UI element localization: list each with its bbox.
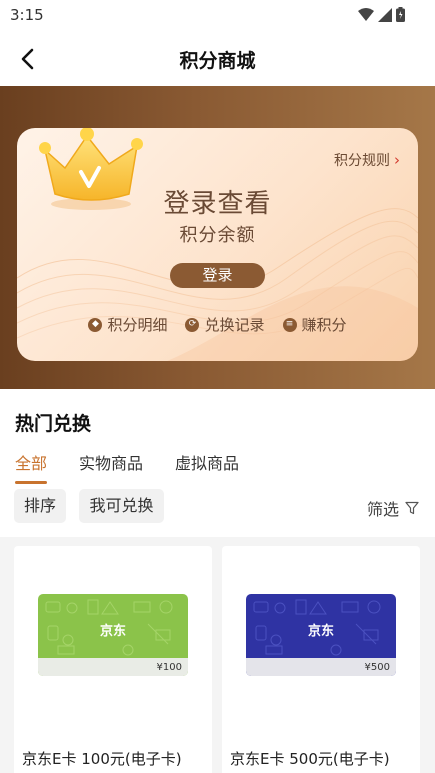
jd-ecard-image: 京东 ¥100 (38, 594, 188, 676)
earn-points-label: 赚积分 (301, 316, 347, 334)
points-card: 积分规则 › 登录查看 积分余额 登录 ◆ 积分明细 ⟳ 兑换记录 ≡ 赚积分 (17, 128, 418, 361)
exchange-record-icon: ⟳ (185, 317, 200, 332)
can-redeem-filter[interactable]: 我可兑换 (79, 489, 164, 523)
status-time: 3:15 (10, 6, 44, 24)
tab-virtual-goods[interactable]: 虚拟商品 (175, 450, 239, 482)
funnel-icon (405, 501, 419, 515)
wifi-icon (358, 7, 374, 21)
login-to-view-text: 登录查看 (163, 189, 272, 219)
signal-icon (378, 7, 392, 22)
filter-label: 筛选 (366, 500, 399, 519)
tab-physical-goods[interactable]: 实物商品 (79, 450, 143, 482)
points-banner: 积分规则 › 登录查看 积分余额 登录 ◆ 积分明细 ⟳ 兑换记录 ≡ 赚积分 (0, 86, 435, 389)
filter-button[interactable]: 筛选 (367, 496, 419, 520)
quick-links: ◆ 积分明细 ⟳ 兑换记录 ≡ 赚积分 (17, 314, 418, 335)
points-detail-icon: ◆ (88, 317, 103, 332)
card-brand: 京东 (99, 624, 126, 639)
battery-icon (396, 7, 405, 22)
jd-ecard-image: 京东 ¥500 (246, 594, 396, 676)
product-card[interactable]: 京东 ¥500 京东E卡 500元(电子卡) (222, 546, 420, 773)
tab-all[interactable]: 全部 (15, 450, 48, 484)
header: 积分商城 (0, 30, 435, 86)
product-name: 京东E卡 500元(电子卡) (230, 750, 390, 768)
card-brand: 京东 (307, 624, 334, 639)
earn-points-icon: ≡ (282, 317, 297, 332)
card-price-strip: ¥500 (246, 658, 396, 676)
points-detail-link[interactable]: ◆ 积分明细 (88, 314, 167, 335)
points-rules-label: 积分规则 (334, 153, 390, 169)
points-rules-link[interactable]: 积分规则 › (334, 150, 400, 170)
login-button[interactable]: 登录 (170, 263, 265, 288)
category-tabs: 全部 实物商品 虚拟商品 (15, 450, 271, 484)
sort-button[interactable]: 排序 (14, 489, 66, 523)
card-price: ¥100 (156, 662, 182, 673)
chevron-right-icon: › (394, 151, 400, 169)
product-card[interactable]: 京东 ¥100 京东E卡 100元(电子卡) (14, 546, 212, 773)
status-bar: 3:15 (0, 0, 435, 30)
product-name: 京东E卡 100元(电子卡) (22, 750, 182, 768)
card-price: ¥500 (364, 662, 390, 673)
exchange-record-link[interactable]: ⟳ 兑换记录 (185, 314, 265, 335)
hot-exchange-title: 热门兑换 (15, 413, 92, 435)
earn-points-link[interactable]: ≡ 赚积分 (282, 314, 347, 335)
status-icons (358, 7, 405, 22)
exchange-record-label: 兑换记录 (204, 316, 265, 334)
page-title: 积分商城 (179, 50, 256, 72)
card-price-strip: ¥100 (38, 658, 188, 676)
points-balance-label: 积分余额 (179, 225, 256, 246)
points-detail-label: 积分明细 (107, 316, 168, 334)
